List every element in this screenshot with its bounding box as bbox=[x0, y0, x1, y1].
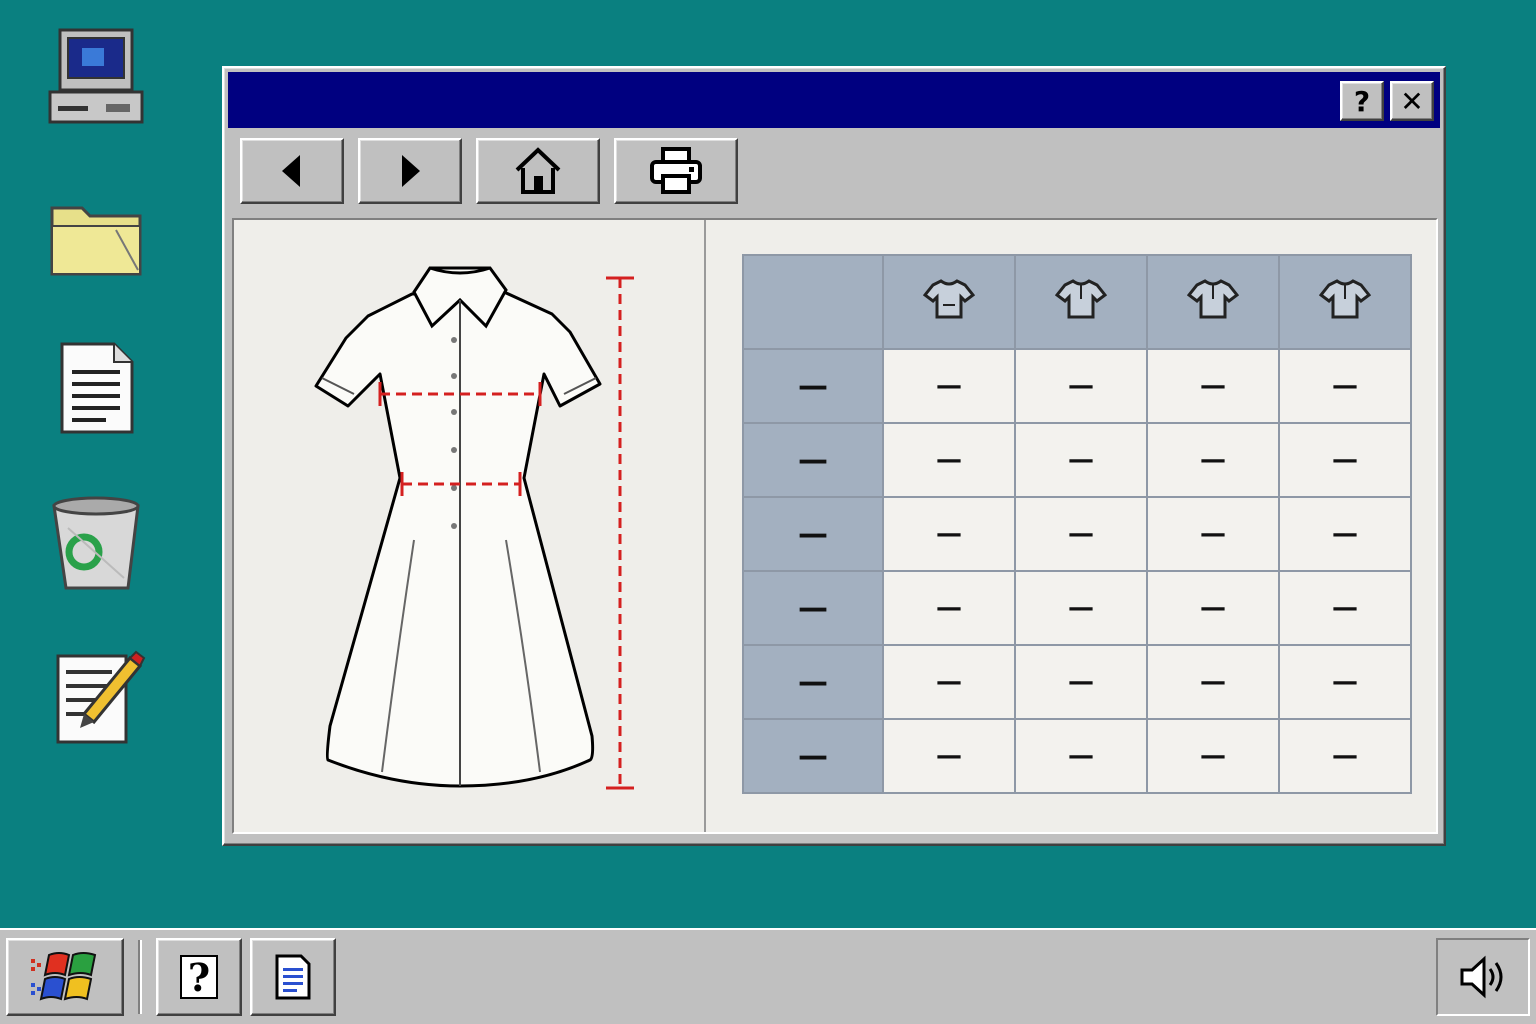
table-cell: — bbox=[882, 570, 1016, 646]
table-row: — — — — — bbox=[742, 348, 1412, 424]
recycle-bin-icon[interactable] bbox=[46, 492, 146, 592]
table-cell: — bbox=[882, 644, 1016, 720]
document-taskbar-button[interactable] bbox=[250, 938, 336, 1016]
home-icon bbox=[515, 147, 561, 194]
arrow-right-icon bbox=[402, 155, 420, 187]
printer-icon bbox=[650, 147, 702, 194]
speaker-icon[interactable] bbox=[1458, 955, 1508, 999]
table-cell: — bbox=[1146, 570, 1280, 646]
column-header bbox=[1146, 254, 1280, 350]
table-row: — — — — — bbox=[742, 644, 1412, 720]
garment-diagram-pane bbox=[234, 220, 706, 832]
column-header bbox=[882, 254, 1016, 350]
notepad-icon[interactable] bbox=[46, 648, 146, 748]
table-cell: — bbox=[1278, 644, 1412, 720]
shirt-icon bbox=[1186, 278, 1240, 318]
table-cell: — bbox=[882, 422, 1016, 498]
shirt-icon bbox=[1054, 278, 1108, 318]
table-row: — — — — — bbox=[742, 570, 1412, 646]
table-cell: — bbox=[1278, 718, 1412, 794]
table-cell: — bbox=[1014, 718, 1148, 794]
system-tray bbox=[1436, 938, 1530, 1016]
table-cell: — bbox=[1146, 496, 1280, 572]
row-header-cell: — bbox=[742, 348, 884, 424]
close-icon: ✕ bbox=[1400, 84, 1424, 118]
my-computer-icon[interactable] bbox=[46, 26, 146, 126]
table-row: — — — — — bbox=[742, 422, 1412, 498]
row-header-cell: — bbox=[742, 496, 884, 572]
table-corner-cell bbox=[742, 254, 884, 350]
table-row: — — — — — bbox=[742, 718, 1412, 794]
folder-icon[interactable] bbox=[46, 186, 146, 286]
shirt-icon bbox=[1318, 278, 1372, 318]
table-cell: — bbox=[1014, 348, 1148, 424]
table-row: — — — — — bbox=[742, 496, 1412, 572]
home-button[interactable] bbox=[476, 138, 600, 204]
column-header bbox=[1014, 254, 1148, 350]
table-cell: — bbox=[1278, 348, 1412, 424]
start-button[interactable] bbox=[6, 938, 124, 1016]
help-taskbar-label: ? bbox=[180, 955, 218, 1000]
print-button[interactable] bbox=[614, 138, 738, 204]
table-cell: — bbox=[882, 496, 1016, 572]
help-taskbar-button[interactable]: ? bbox=[156, 938, 242, 1016]
table-cell: — bbox=[1146, 644, 1280, 720]
windows-logo-icon bbox=[31, 952, 97, 1001]
arrow-left-icon bbox=[282, 155, 300, 187]
toolbar bbox=[228, 130, 1440, 212]
document-icon bbox=[275, 954, 311, 1000]
row-header-cell: — bbox=[742, 718, 884, 794]
size-guide-window: ? ✕ — — — — — — — — — — — — — — — — — — … bbox=[222, 66, 1446, 846]
table-cell: — bbox=[1278, 422, 1412, 498]
shirt-icon bbox=[922, 278, 976, 318]
row-header-cell: — bbox=[742, 570, 884, 646]
row-header-cell: — bbox=[742, 644, 884, 720]
content-area: — — — — — — — — — — — — — — — — — — — — … bbox=[232, 218, 1438, 834]
table-cell: — bbox=[882, 718, 1016, 794]
forward-button[interactable] bbox=[358, 138, 462, 204]
table-cell: — bbox=[1014, 496, 1148, 572]
size-chart-pane: — — — — — — — — — — — — — — — — — — — — … bbox=[710, 220, 1436, 832]
back-button[interactable] bbox=[240, 138, 344, 204]
column-header bbox=[1278, 254, 1412, 350]
table-cell: — bbox=[1278, 570, 1412, 646]
row-header-cell: — bbox=[742, 422, 884, 498]
table-cell: — bbox=[1014, 422, 1148, 498]
help-button[interactable]: ? bbox=[1340, 81, 1384, 121]
title-bar[interactable]: ? ✕ bbox=[228, 72, 1440, 128]
table-cell: — bbox=[1146, 348, 1280, 424]
table-cell: — bbox=[1278, 496, 1412, 572]
table-cell: — bbox=[1014, 570, 1148, 646]
size-chart-table: — — — — — — — — — — — — — — — — — — — — … bbox=[742, 254, 1412, 794]
close-button[interactable]: ✕ bbox=[1390, 81, 1434, 121]
table-cell: — bbox=[1014, 644, 1148, 720]
table-cell: — bbox=[1146, 422, 1280, 498]
dress-measurement-diagram bbox=[314, 266, 634, 790]
document-icon[interactable] bbox=[46, 340, 146, 440]
help-button-label: ? bbox=[1353, 84, 1371, 118]
table-header-row bbox=[742, 254, 1412, 350]
taskbar: ? bbox=[0, 928, 1536, 1024]
table-cell: — bbox=[1146, 718, 1280, 794]
table-cell: — bbox=[882, 348, 1016, 424]
